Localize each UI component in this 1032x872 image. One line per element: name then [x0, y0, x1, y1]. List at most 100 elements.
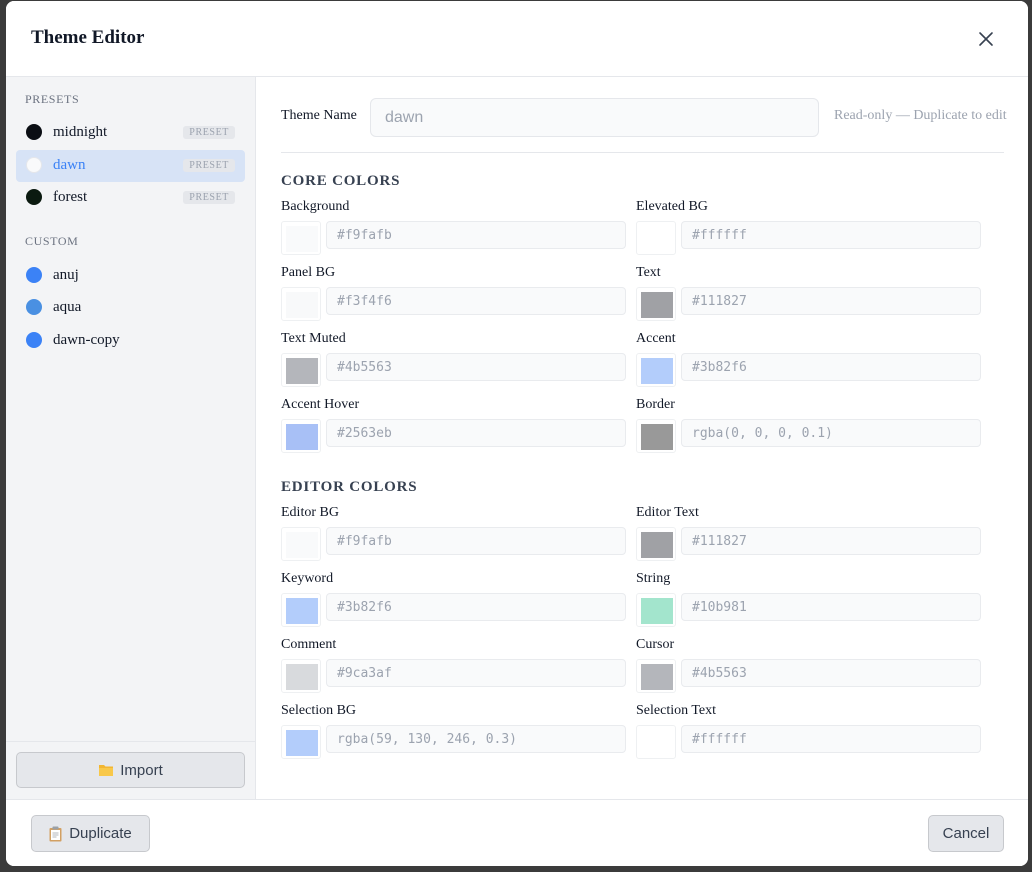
- editor-text-color-swatch[interactable]: [636, 527, 676, 561]
- duplicate-button[interactable]: Duplicate: [31, 815, 150, 852]
- theme-item-anuj[interactable]: anuj: [16, 260, 245, 292]
- cursor-label: Cursor: [636, 637, 675, 652]
- theme-item-midnight[interactable]: midnight PRESET: [16, 117, 245, 149]
- background-color-swatch[interactable]: [281, 221, 321, 255]
- text-muted-label: Text Muted: [281, 331, 346, 346]
- editor-text-color-field: Editor Text: [636, 505, 981, 567]
- text-muted-value-input[interactable]: [326, 353, 626, 381]
- swatch-fill: [286, 424, 318, 450]
- swatch-fill: [286, 664, 318, 690]
- theme-name-label: Theme Name: [281, 108, 357, 123]
- theme-name-input[interactable]: [370, 98, 819, 137]
- swatch-fill: [641, 730, 673, 756]
- comment-label: Comment: [281, 637, 337, 652]
- selection-bg-color-swatch[interactable]: [281, 725, 321, 759]
- elevated-bg-value-input[interactable]: [681, 221, 981, 249]
- border-value-input[interactable]: [681, 419, 981, 447]
- accent-color-field: Accent: [636, 331, 981, 393]
- theme-item-aqua[interactable]: aqua: [16, 292, 245, 324]
- editor-bg-color-field: Editor BG: [281, 505, 626, 567]
- swatch-fill: [641, 598, 673, 624]
- clipboard-icon: [49, 826, 62, 841]
- theme-color-dot: [26, 189, 42, 205]
- cursor-color-field: Cursor: [636, 637, 981, 699]
- background-color-field: Background: [281, 199, 626, 261]
- swatch-fill: [641, 424, 673, 450]
- comment-color-field: Comment: [281, 637, 626, 699]
- theme-item-label: forest: [53, 189, 88, 205]
- dialog-header: Theme Editor: [6, 1, 1028, 77]
- elevated-bg-label: Elevated BG: [636, 199, 708, 214]
- editor-bg-color-swatch[interactable]: [281, 527, 321, 561]
- swatch-fill: [641, 532, 673, 558]
- theme-editor-dialog: Theme Editor PRESETS midnight PRESET daw…: [6, 1, 1028, 866]
- swatch-fill: [286, 292, 318, 318]
- accent-label: Accent: [636, 331, 676, 346]
- accent-value-input[interactable]: [681, 353, 981, 381]
- text-muted-color-swatch[interactable]: [281, 353, 321, 387]
- theme-item-dawn[interactable]: dawn PRESET: [16, 150, 245, 182]
- accent-hover-color-swatch[interactable]: [281, 419, 321, 453]
- theme-color-dot: [26, 267, 42, 283]
- editor-text-value-input[interactable]: [681, 527, 981, 555]
- swatch-fill: [641, 358, 673, 384]
- cursor-value-input[interactable]: [681, 659, 981, 687]
- comment-value-input[interactable]: [326, 659, 626, 687]
- theme-sidebar: PRESETS midnight PRESET dawn PRESET fore…: [6, 77, 256, 799]
- selection-bg-label: Selection BG: [281, 703, 357, 718]
- keyword-value-input[interactable]: [326, 593, 626, 621]
- swatch-fill: [286, 226, 318, 252]
- theme-item-dawn-copy[interactable]: dawn-copy: [16, 325, 245, 357]
- theme-item-forest[interactable]: forest PRESET: [16, 182, 245, 214]
- core-colors-title: CORE COLORS: [281, 173, 401, 189]
- panel-bg-color-swatch[interactable]: [281, 287, 321, 321]
- preset-badge: PRESET: [183, 126, 235, 139]
- theme-item-label: dawn-copy: [53, 332, 120, 348]
- selection-text-value-input[interactable]: [681, 725, 981, 753]
- border-label: Border: [636, 397, 675, 412]
- editor-text-label: Editor Text: [636, 505, 699, 520]
- preset-badge: PRESET: [183, 191, 235, 204]
- cursor-color-swatch[interactable]: [636, 659, 676, 693]
- theme-color-dot: [26, 332, 42, 348]
- string-value-input[interactable]: [681, 593, 981, 621]
- border-color-swatch[interactable]: [636, 419, 676, 453]
- accent-hover-color-field: Accent Hover: [281, 397, 626, 459]
- elevated-bg-color-swatch[interactable]: [636, 221, 676, 255]
- selection-text-color-field: Selection Text: [636, 703, 981, 765]
- divider: [281, 152, 1004, 153]
- elevated-bg-color-field: Elevated BG: [636, 199, 981, 261]
- text-value-input[interactable]: [681, 287, 981, 315]
- presets-section-label: PRESETS: [25, 92, 80, 106]
- cancel-button[interactable]: Cancel: [928, 815, 1004, 852]
- string-color-swatch[interactable]: [636, 593, 676, 627]
- cancel-button-label: Cancel: [942, 825, 990, 842]
- selection-bg-value-input[interactable]: [326, 725, 626, 753]
- background-value-input[interactable]: [326, 221, 626, 249]
- accent-hover-value-input[interactable]: [326, 419, 626, 447]
- swatch-fill: [286, 532, 318, 558]
- theme-color-dot: [26, 124, 42, 140]
- text-color-swatch[interactable]: [636, 287, 676, 321]
- sidebar-footer: Import: [6, 741, 255, 800]
- import-button[interactable]: Import: [16, 752, 245, 788]
- theme-color-dot: [26, 299, 42, 315]
- close-icon: [979, 32, 993, 46]
- keyword-color-swatch[interactable]: [281, 593, 321, 627]
- editor-bg-label: Editor BG: [281, 505, 339, 520]
- theme-item-label: dawn: [53, 157, 86, 173]
- border-color-field: Border: [636, 397, 981, 459]
- close-button[interactable]: [970, 23, 1002, 55]
- comment-color-swatch[interactable]: [281, 659, 321, 693]
- editor-bg-value-input[interactable]: [326, 527, 626, 555]
- theme-item-label: anuj: [53, 267, 79, 283]
- swatch-fill: [286, 598, 318, 624]
- swatch-fill: [286, 730, 318, 756]
- swatch-fill: [641, 292, 673, 318]
- string-color-field: String: [636, 571, 981, 633]
- selection-bg-color-field: Selection BG: [281, 703, 626, 765]
- panel-bg-value-input[interactable]: [326, 287, 626, 315]
- selection-text-color-swatch[interactable]: [636, 725, 676, 759]
- accent-color-swatch[interactable]: [636, 353, 676, 387]
- custom-section-label: CUSTOM: [25, 234, 79, 248]
